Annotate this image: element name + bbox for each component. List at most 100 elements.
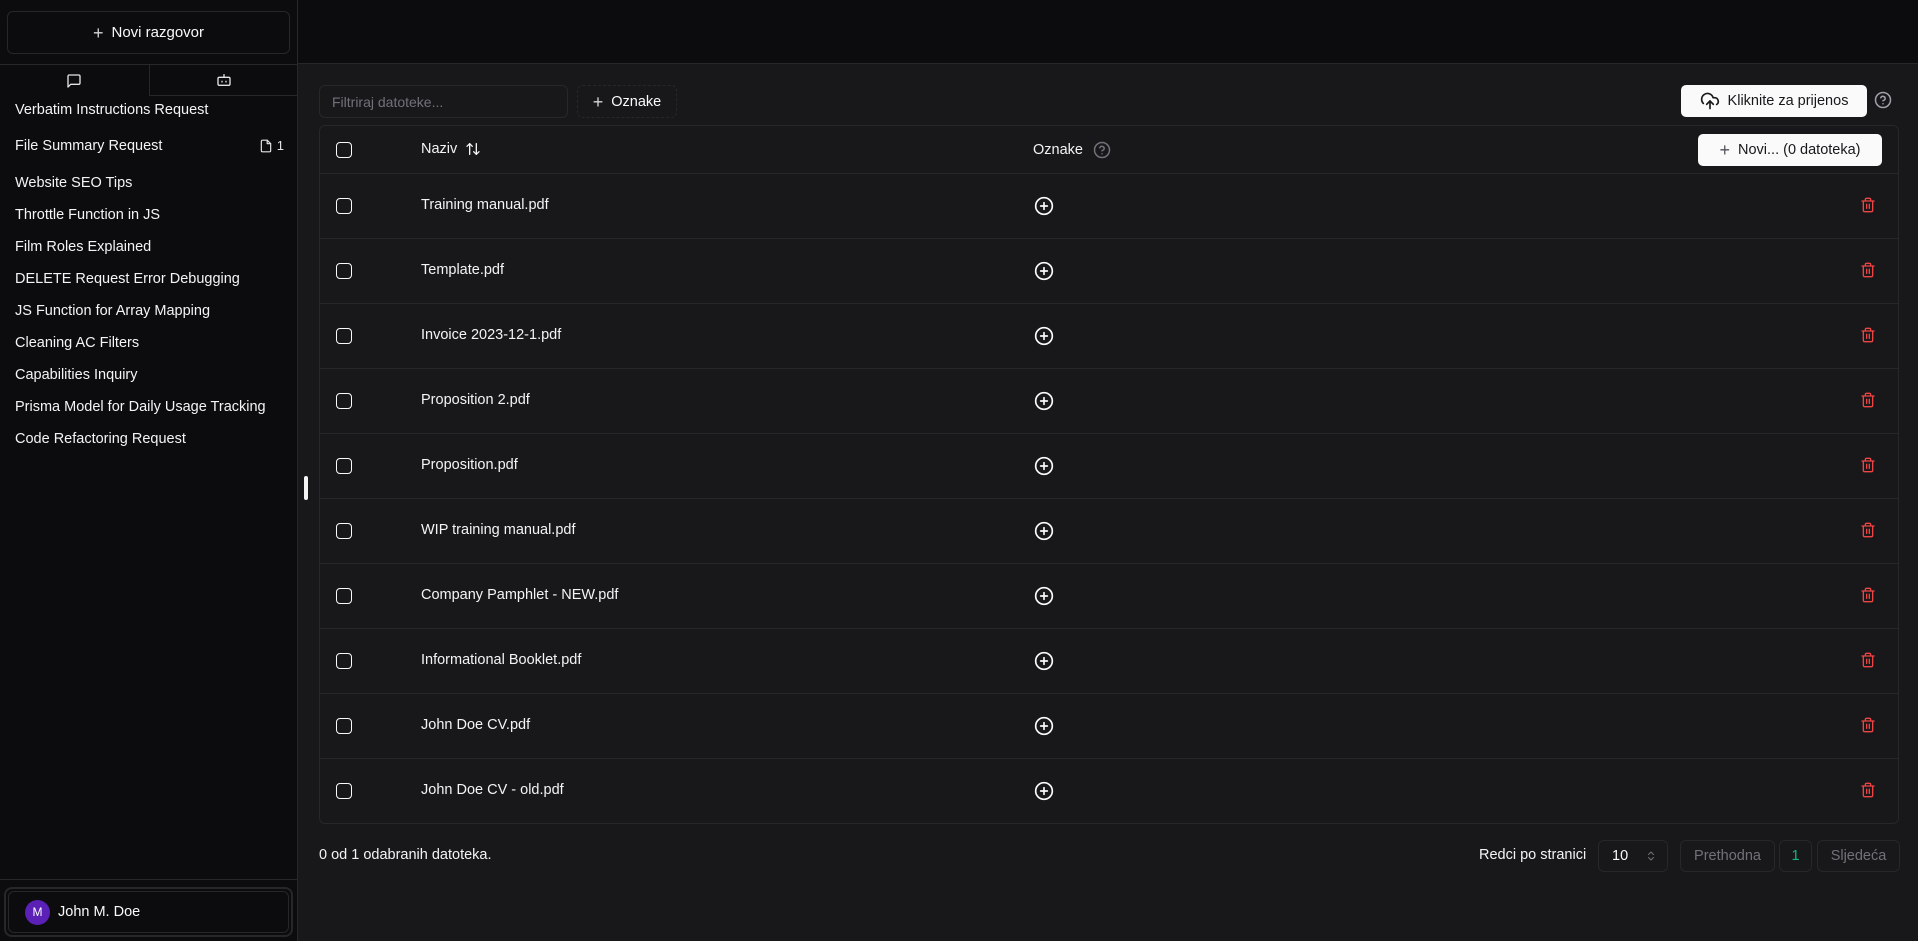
add-tag-button[interactable] [1034, 716, 1054, 739]
row-checkbox[interactable] [336, 588, 352, 604]
row-checkbox[interactable] [336, 328, 352, 344]
chevrons-up-down-icon [1648, 851, 1654, 861]
plus-circle-icon [1034, 391, 1054, 411]
delete-file-button[interactable] [1860, 522, 1876, 541]
chat-item[interactable]: Cleaning AC Filters [0, 327, 298, 359]
delete-file-button[interactable] [1860, 782, 1876, 801]
add-tag-button[interactable] [1034, 781, 1054, 804]
user-name: John M. Doe [58, 904, 141, 920]
chat-title: Capabilities Inquiry [15, 367, 138, 383]
row-checkbox[interactable] [336, 783, 352, 799]
chat-item[interactable]: File Summary Request 1 [0, 124, 298, 167]
upload-button[interactable]: Kliknite za prijenos [1681, 85, 1867, 117]
file-name[interactable]: Template.pdf [421, 262, 504, 278]
sort-by-name-button[interactable]: Naziv [421, 141, 481, 157]
delete-file-button[interactable] [1860, 587, 1876, 606]
delete-file-button[interactable] [1860, 392, 1876, 411]
chat-item[interactable]: Website SEO Tips [0, 167, 298, 199]
row-checkbox[interactable] [336, 523, 352, 539]
delete-file-button[interactable] [1860, 652, 1876, 671]
row-checkbox[interactable] [336, 458, 352, 474]
cloud-upload-icon [1700, 92, 1719, 110]
file-name[interactable]: Invoice 2023-12-1.pdf [421, 327, 561, 343]
add-tag-button[interactable] [1034, 196, 1054, 219]
trash-icon [1861, 392, 1875, 408]
current-page-button[interactable]: 1 [1779, 840, 1812, 872]
tags-filter-button[interactable]: + Oznake [577, 85, 677, 118]
add-tag-button[interactable] [1034, 391, 1054, 414]
chat-item[interactable]: JS Function for Array Mapping [0, 295, 298, 327]
file-name[interactable]: Proposition 2.pdf [421, 392, 530, 408]
plus-circle-icon [1034, 586, 1054, 606]
chat-title: Cleaning AC Filters [15, 335, 140, 351]
row-checkbox[interactable] [336, 653, 352, 669]
select-all-checkbox[interactable] [336, 142, 352, 158]
add-tag-button[interactable] [1034, 586, 1054, 609]
tags-column-label: Oznake [1033, 142, 1083, 158]
delete-file-button[interactable] [1860, 327, 1876, 346]
trash-icon [1861, 522, 1875, 538]
chat-title: Prisma Model for Daily Usage Tracking [15, 399, 266, 415]
file-name[interactable]: Company Pamphlet - NEW.pdf [421, 587, 618, 603]
chat-item[interactable]: Throttle Function in JS [0, 199, 298, 231]
chat-item[interactable]: Capabilities Inquiry [0, 359, 298, 391]
trash-icon [1861, 652, 1875, 668]
table-row: Proposition 2.pdf [320, 369, 1898, 434]
file-count: 1 [276, 138, 284, 153]
plus-circle-icon [1034, 456, 1054, 476]
help-circle-icon[interactable] [1093, 141, 1111, 159]
table-row: Training manual.pdf [320, 174, 1898, 239]
message-square-icon [67, 73, 81, 88]
trash-icon [1861, 717, 1875, 733]
add-tag-button[interactable] [1034, 651, 1054, 674]
add-tag-button[interactable] [1034, 261, 1054, 284]
chat-item[interactable]: Film Roles Explained [0, 231, 298, 263]
tab-assistants[interactable] [148, 65, 298, 96]
sidebar-resize-handle[interactable] [304, 476, 308, 500]
arrow-up-down-icon [466, 143, 480, 155]
filter-files-input[interactable] [319, 85, 568, 118]
row-checkbox[interactable] [336, 718, 352, 734]
delete-file-button[interactable] [1860, 262, 1876, 281]
next-page-button[interactable]: Sljedeća [1817, 840, 1900, 872]
chat-item[interactable]: Code Refactoring Request [0, 423, 298, 455]
file-name[interactable]: John Doe CV.pdf [421, 717, 530, 733]
table-row: John Doe CV.pdf [320, 694, 1898, 759]
tab-chats[interactable] [0, 65, 149, 96]
delete-file-button[interactable] [1860, 717, 1876, 736]
table-row: WIP training manual.pdf [320, 499, 1898, 564]
row-checkbox[interactable] [336, 263, 352, 279]
row-checkbox[interactable] [336, 198, 352, 214]
upload-help-button[interactable] [1874, 91, 1892, 112]
file-name[interactable]: Proposition.pdf [421, 457, 518, 473]
trash-icon [1861, 197, 1875, 213]
new-file-button[interactable]: + Novi... (0 datoteka) [1698, 134, 1882, 166]
table-row: Proposition.pdf [320, 434, 1898, 499]
previous-page-button[interactable]: Prethodna [1680, 840, 1775, 872]
add-tag-button[interactable] [1034, 521, 1054, 544]
plus-icon: + [592, 91, 604, 112]
plus-circle-icon [1034, 326, 1054, 346]
rows-per-page-select[interactable]: 10 [1598, 840, 1668, 872]
table-row: John Doe CV - old.pdf [320, 759, 1898, 824]
files-table: Naziv Oznake + Novi... (0 datoteka) Trai… [319, 125, 1899, 824]
file-name[interactable]: Informational Booklet.pdf [421, 652, 581, 668]
chat-list: Verbatim Instructions Request File Summa… [0, 100, 298, 455]
chat-item[interactable]: Verbatim Instructions Request [0, 96, 298, 124]
file-name[interactable]: John Doe CV - old.pdf [421, 782, 564, 798]
file-name[interactable]: Training manual.pdf [421, 197, 549, 213]
plus-icon: + [1719, 140, 1730, 160]
file-name[interactable]: WIP training manual.pdf [421, 522, 575, 538]
row-checkbox[interactable] [336, 393, 352, 409]
plus-circle-icon [1034, 196, 1054, 216]
chat-title: Throttle Function in JS [15, 207, 161, 223]
add-tag-button[interactable] [1034, 326, 1054, 349]
delete-file-button[interactable] [1860, 197, 1876, 216]
chat-item[interactable]: DELETE Request Error Debugging [0, 263, 298, 295]
user-menu-button[interactable]: M John M. Doe [8, 891, 289, 933]
chat-item[interactable]: Prisma Model for Daily Usage Tracking [0, 391, 298, 423]
plus-icon: + [92, 22, 104, 43]
add-tag-button[interactable] [1034, 456, 1054, 479]
delete-file-button[interactable] [1860, 457, 1876, 476]
new-chat-button[interactable]: + Novi razgovor [7, 11, 290, 54]
